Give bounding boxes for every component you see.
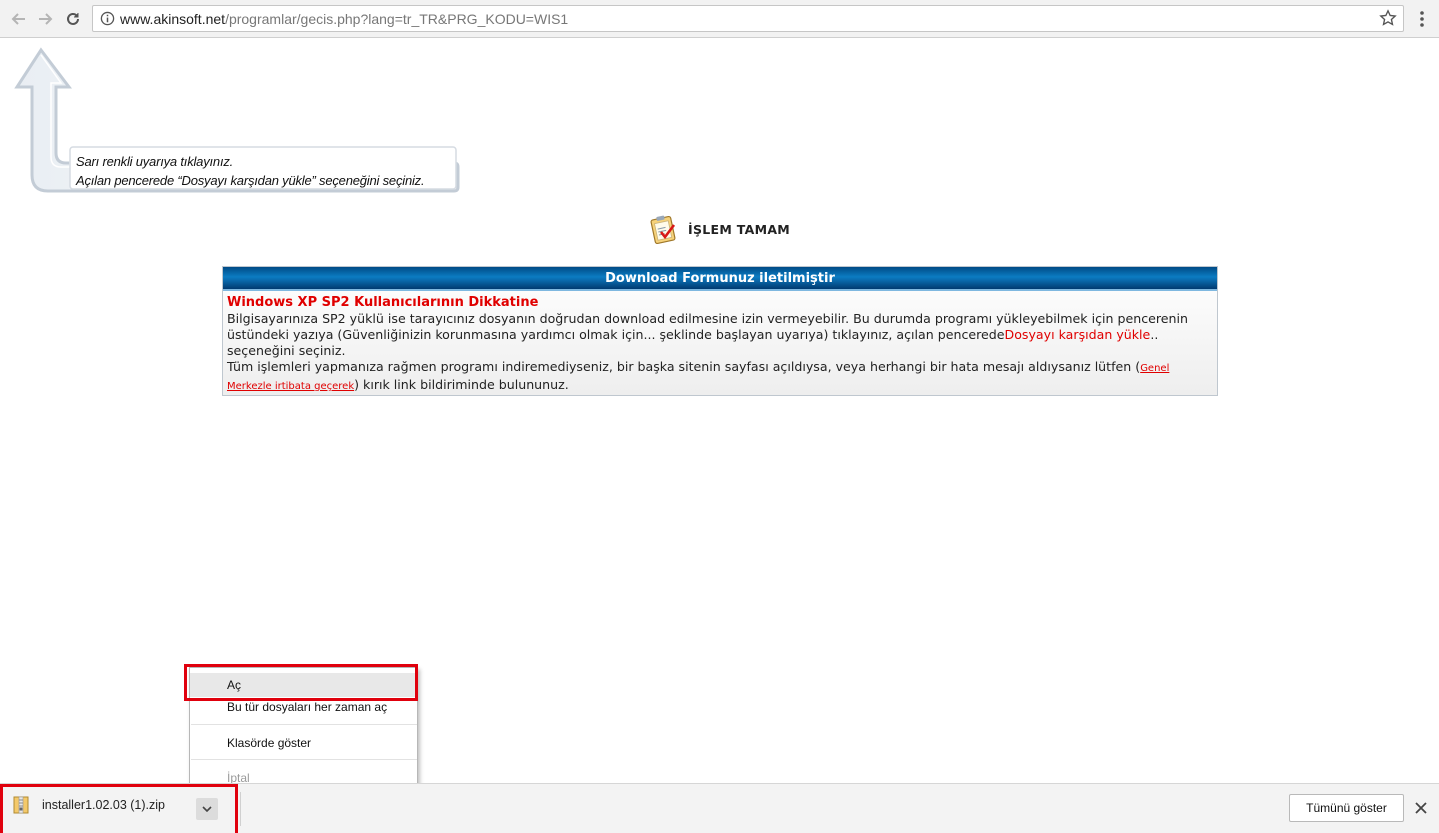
status-heading: İŞLEM TAMAM bbox=[648, 213, 790, 245]
info-icon[interactable] bbox=[100, 11, 115, 26]
forward-arrow-icon[interactable] bbox=[34, 8, 56, 30]
menu-dots-icon[interactable] bbox=[1413, 9, 1431, 29]
info-paragraph-1: Bilgisayarınıza SP2 yüklü ise tarayıcını… bbox=[227, 311, 1213, 359]
callout-text: Sarı renkli uyarıya tıklayınız. Açılan p… bbox=[76, 152, 425, 190]
close-icon[interactable] bbox=[1413, 800, 1429, 816]
download-option-highlight: Dosyayı karşıdan yükle bbox=[1004, 327, 1151, 342]
callout-line-1: Sarı renkli uyarıya tıklayınız. bbox=[76, 154, 234, 169]
info-paragraph-2: Tüm işlemleri yapmanıza rağmen programı … bbox=[227, 359, 1213, 395]
url-text[interactable]: www.akinsoft.net/programlar/gecis.php?la… bbox=[120, 11, 568, 27]
url-path: /programlar/gecis.php?lang=tr_TR&PRG_KOD… bbox=[225, 11, 569, 27]
shelf-divider bbox=[240, 792, 241, 826]
menu-separator bbox=[191, 724, 417, 725]
reload-icon[interactable] bbox=[62, 8, 84, 30]
show-all-button[interactable]: Tümünü göster bbox=[1289, 794, 1404, 822]
info-paragraph-2-end: ) kırık link bildiriminde bulununuz. bbox=[354, 377, 569, 392]
clipboard-check-icon bbox=[650, 215, 676, 245]
warning-title: Windows XP SP2 Kullanıcılarının Dikkatin… bbox=[227, 295, 539, 310]
download-info-box: Download Formunuz iletilmiştir Windows X… bbox=[222, 266, 1218, 396]
highlight-download-item-box bbox=[0, 784, 238, 833]
back-arrow-icon[interactable] bbox=[8, 8, 30, 30]
info-paragraph-2-text: Tüm işlemleri yapmanıza rağmen programı … bbox=[227, 359, 1141, 374]
browser-toolbar: www.akinsoft.net/programlar/gecis.php?la… bbox=[0, 0, 1439, 38]
callout-line-2: Açılan pencerede “Dosyayı karşıdan yükle… bbox=[76, 173, 425, 188]
highlight-open-box bbox=[184, 664, 418, 701]
address-bar[interactable]: www.akinsoft.net/programlar/gecis.php?la… bbox=[92, 5, 1404, 32]
menu-separator bbox=[191, 759, 417, 760]
info-box-header: Download Formunuz iletilmiştir bbox=[223, 267, 1217, 291]
url-host: www.akinsoft.net bbox=[120, 11, 226, 27]
menu-item-show-in-folder[interactable]: Klasörde göster bbox=[190, 732, 417, 754]
menu-item-always-open[interactable]: Bu tür dosyaları her zaman aç bbox=[190, 699, 417, 719]
status-text: İŞLEM TAMAM bbox=[688, 221, 791, 237]
bookmark-star-icon[interactable] bbox=[1379, 9, 1397, 27]
info-box-body: Windows XP SP2 Kullanıcılarının Dikkatin… bbox=[223, 291, 1217, 395]
